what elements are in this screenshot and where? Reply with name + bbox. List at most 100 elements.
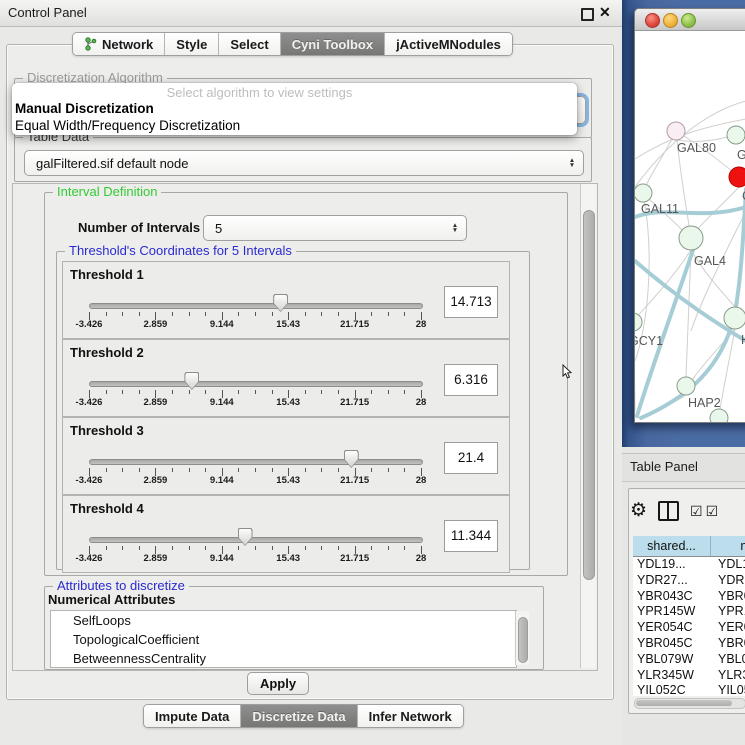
attribute-list-item[interactable]: SelfLoops <box>51 611 516 630</box>
cell-name[interactable]: YER05 <box>714 620 745 636</box>
node-attribute-table[interactable]: shared... name YDL19...YDL19YDR27...YDR2… <box>633 536 745 696</box>
vertical-scrollbar[interactable] <box>580 184 596 668</box>
mac-zoom-button[interactable] <box>681 13 696 28</box>
axis-tick <box>122 312 123 316</box>
axis-tick <box>371 390 372 394</box>
axis-tick <box>172 390 173 394</box>
table-row[interactable]: YBR043CYBR04 <box>633 589 745 605</box>
attribute-list-item[interactable]: TopologicalCoefficient <box>51 630 516 649</box>
network-node[interactable] <box>635 184 652 202</box>
dropdown-prompt: Select algorithm to view settings <box>12 85 507 100</box>
axis-tick <box>338 546 339 550</box>
axis-tick <box>404 390 405 394</box>
cell-name[interactable]: YDR27 <box>714 573 745 589</box>
table-row[interactable]: YER054CYER05 <box>633 620 745 636</box>
numerical-attributes-list[interactable]: SelfLoopsTopologicalCoefficientBetweenne… <box>50 610 517 668</box>
axis-tick-label: 21.715 <box>325 475 385 486</box>
network-node[interactable] <box>635 313 642 331</box>
axis-tick-label: 2.859 <box>125 319 185 330</box>
cell-name[interactable]: YPR14 <box>714 604 745 620</box>
cell-name[interactable]: YBR04 <box>714 636 745 652</box>
checkbox-icon[interactable]: ☑ <box>706 503 719 520</box>
table-row[interactable]: YDR27...YDR27 <box>633 573 745 589</box>
tab-cyni-toolbox[interactable]: Cyni Toolbox <box>281 33 385 55</box>
threshold-value-field[interactable]: 21.4 <box>444 442 498 474</box>
cell-name[interactable]: YDL19 <box>714 557 745 573</box>
scrollbar-thumb[interactable] <box>518 617 528 663</box>
cell-shared-name[interactable]: YLR345W <box>633 668 714 684</box>
cell-shared-name[interactable]: YPR145W <box>633 604 714 620</box>
num-intervals-combobox[interactable]: 5 ▲▼ <box>203 215 467 241</box>
table-row[interactable]: YBR045CYBR04 <box>633 636 745 652</box>
horizontal-scrollbar[interactable] <box>634 698 745 709</box>
tab-select[interactable]: Select <box>219 33 280 55</box>
table-row[interactable]: YLR345WYLR34 <box>633 668 745 684</box>
table-row[interactable]: YDL19...YDL19 <box>633 557 745 573</box>
dropdown-item-equal-width[interactable]: Equal Width/Frequency Discretization <box>15 118 240 133</box>
table-row[interactable]: YPR145WYPR14 <box>633 604 745 620</box>
axis-tick <box>238 390 239 394</box>
bottom-tabstrip: Impute Data Discretize Data Infer Networ… <box>143 704 464 728</box>
cell-name[interactable]: YBL07 <box>714 652 745 668</box>
cell-shared-name[interactable]: YDL19... <box>633 557 714 573</box>
attributes-list-scrollbar[interactable] <box>515 611 529 665</box>
mac-minimize-button[interactable] <box>663 13 678 28</box>
threshold-value-field[interactable]: 6.316 <box>444 364 498 396</box>
axis-tick-label: 15.43 <box>258 319 318 330</box>
axis-tick <box>404 312 405 316</box>
slider-track[interactable] <box>89 381 423 387</box>
network-node[interactable] <box>679 226 703 250</box>
cell-name[interactable]: YBR04 <box>714 589 745 605</box>
network-node[interactable] <box>724 307 745 329</box>
cell-name[interactable]: YIL05 <box>714 683 745 696</box>
dropdown-item-manual[interactable]: Manual Discretization <box>15 101 154 116</box>
cell-name[interactable]: YLR34 <box>714 668 745 684</box>
threshold-panel-1: Threshold 1-3.4262.8599.14415.4321.71528… <box>62 261 510 339</box>
network-node[interactable] <box>727 126 745 144</box>
tab-discretize-data[interactable]: Discretize Data <box>241 705 357 727</box>
tab-network[interactable]: Network <box>73 33 165 55</box>
attribute-list-item[interactable]: BetweennessCentrality <box>51 649 516 668</box>
axis-tick <box>338 390 339 394</box>
threshold-value-field[interactable]: 14.713 <box>444 286 498 318</box>
tab-infer-network[interactable]: Infer Network <box>358 705 463 727</box>
apply-button[interactable]: Apply <box>247 672 309 695</box>
axis-tick-label: 9.144 <box>192 319 252 330</box>
threshold-value-field[interactable]: 11.344 <box>444 520 498 552</box>
scrollbar-thumb[interactable] <box>583 210 595 580</box>
axis-tick-label: 15.43 <box>258 475 318 486</box>
network-node[interactable] <box>729 167 745 187</box>
gear-icon[interactable]: ⚙ <box>630 502 647 520</box>
table-data-combobox[interactable]: galFiltered.sif default node ▲▼ <box>24 150 584 176</box>
network-node[interactable] <box>710 409 728 422</box>
table-row[interactable]: YIL052CYIL05 <box>633 683 745 696</box>
column-header-shared-name[interactable]: shared... <box>633 536 711 556</box>
cell-shared-name[interactable]: YBL079W <box>633 652 714 668</box>
tab-style[interactable]: Style <box>165 33 219 55</box>
slider-track[interactable] <box>89 459 423 465</box>
scrollbar-thumb[interactable] <box>636 700 732 706</box>
slider-thumb[interactable] <box>238 528 253 546</box>
column-header-name[interactable]: name <box>711 536 745 556</box>
mac-close-button[interactable] <box>645 13 660 28</box>
float-window-icon[interactable] <box>581 8 594 21</box>
slider-thumb[interactable] <box>344 450 359 468</box>
slider-track[interactable] <box>89 537 423 543</box>
cell-shared-name[interactable]: YIL052C <box>633 683 714 696</box>
tab-impute-data[interactable]: Impute Data <box>144 705 241 727</box>
tab-jactivemnodules[interactable]: jActiveMNodules <box>385 33 512 55</box>
network-node[interactable] <box>677 377 695 395</box>
cell-shared-name[interactable]: YBR043C <box>633 589 714 605</box>
checkbox-icon[interactable]: ☑ <box>690 503 703 520</box>
close-icon[interactable]: ✕ <box>599 4 611 21</box>
slider-thumb[interactable] <box>184 372 199 390</box>
network-canvas[interactable]: GAL80GACGAL11GAL4GCY1HHAP2 <box>635 31 745 422</box>
cell-shared-name[interactable]: YBR045C <box>633 636 714 652</box>
slider-track[interactable] <box>89 303 423 309</box>
cell-shared-name[interactable]: YER054C <box>633 620 714 636</box>
table-row[interactable]: YBL079WYBL07 <box>633 652 745 668</box>
network-node[interactable] <box>667 122 685 140</box>
cell-shared-name[interactable]: YDR27... <box>633 573 714 589</box>
slider-thumb[interactable] <box>273 294 288 312</box>
split-column-icon[interactable] <box>658 501 679 521</box>
